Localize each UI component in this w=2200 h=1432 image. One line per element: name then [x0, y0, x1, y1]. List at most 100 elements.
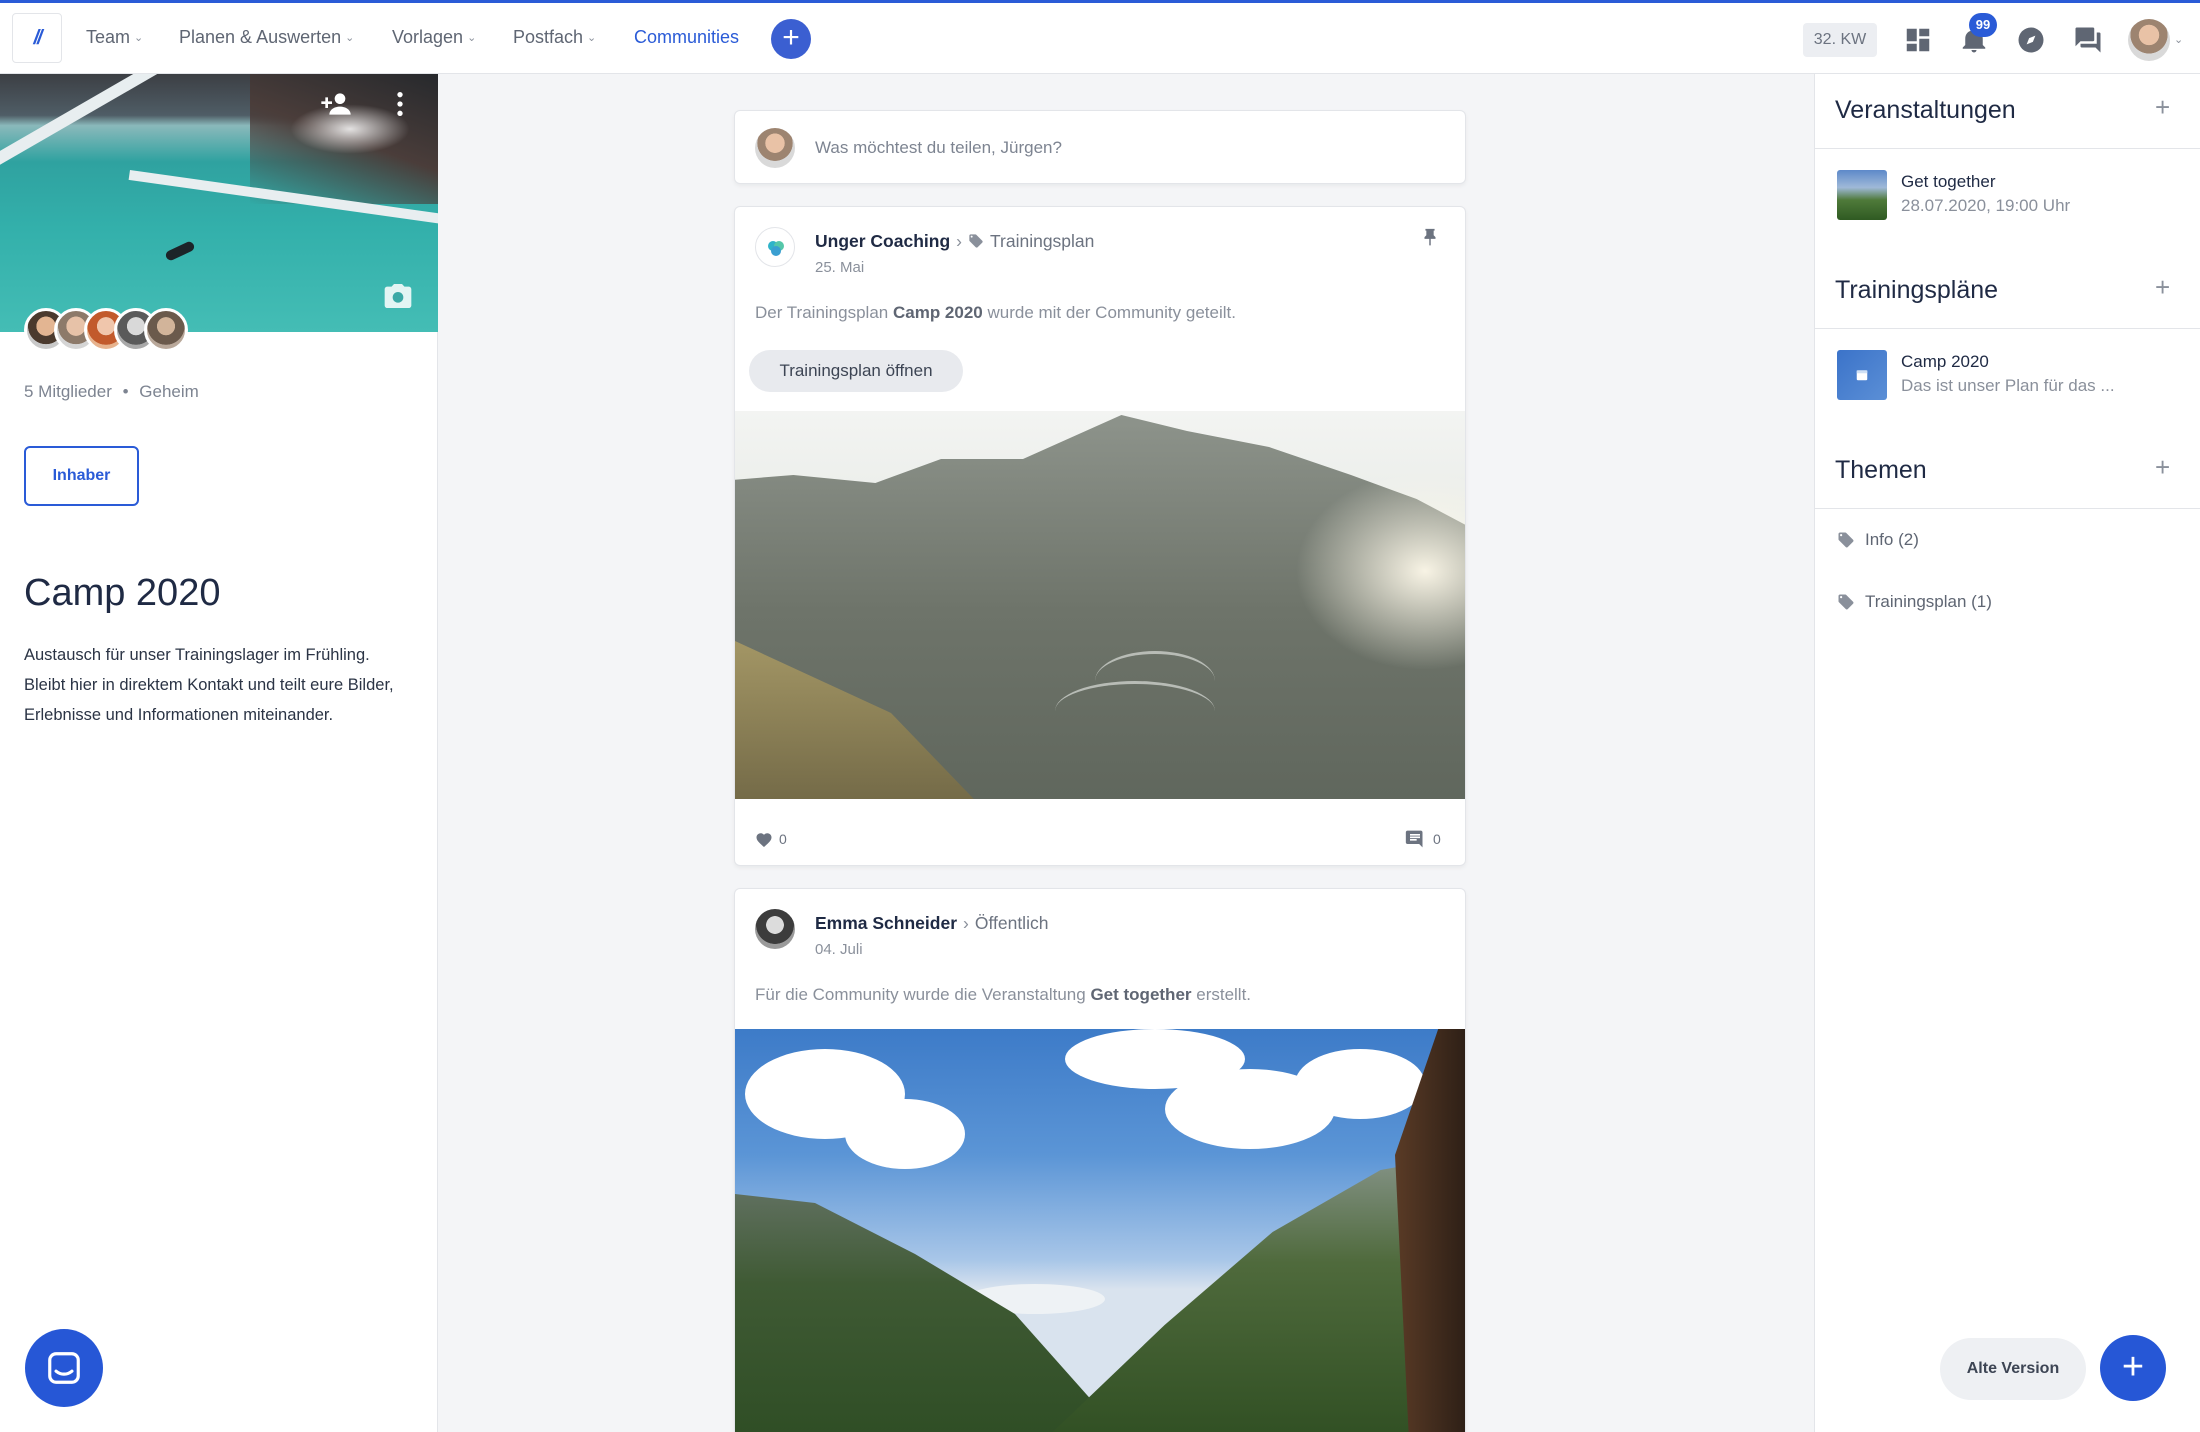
divider	[1815, 148, 2200, 149]
heart-icon[interactable]	[755, 831, 773, 849]
tag-icon	[969, 234, 983, 248]
floating-add-button[interactable]: +	[2100, 1335, 2166, 1401]
chevron-right-icon: ›	[963, 913, 969, 933]
top-navigation: // Team ⌄ Planen & Auswerten ⌄ Vorlagen ⌄ P…	[0, 0, 2200, 74]
chevron-down-icon: ⌄	[134, 32, 144, 44]
post-link-plan[interactable]: Camp 2020	[893, 303, 983, 322]
nav-item-postfach[interactable]: Postfach ⌄	[513, 27, 596, 48]
post-actions: 0 0	[735, 799, 1465, 865]
event-date: 28.07.2020, 19:00 Uhr	[1901, 196, 2071, 215]
avatar[interactable]	[755, 227, 795, 267]
camera-icon[interactable]	[382, 280, 414, 312]
plan-title[interactable]: Camp 2020	[1901, 352, 1989, 372]
divider	[1815, 508, 2200, 509]
add-button[interactable]: +	[771, 19, 811, 59]
plus-icon: +	[782, 21, 800, 54]
post-text-part: Der Trainingsplan	[755, 303, 893, 322]
nav-item-vorlagen[interactable]: Vorlagen ⌄	[392, 27, 476, 48]
post-text-part: Für die Community wurde die Veranstaltun…	[755, 985, 1091, 1004]
comment-count: 0	[1433, 831, 1441, 847]
community-info-panel: 5 Mitglieder • Geheim Inhaber Camp 2020 …	[0, 74, 438, 1432]
avatar	[755, 128, 795, 168]
post-target[interactable]: Trainingsplan	[990, 231, 1094, 251]
comment-icon[interactable]	[1405, 829, 1425, 849]
like-count: 0	[779, 831, 787, 847]
chevron-down-icon: ⌄	[467, 32, 477, 44]
avatar[interactable]	[144, 308, 188, 352]
image-sunlight	[1295, 471, 1465, 671]
post-date: 25. Mai	[815, 259, 865, 276]
more-vertical-icon[interactable]	[384, 88, 416, 120]
calendar-icon	[1856, 370, 1868, 381]
post-author-line: Emma Schneider › Öffentlich	[815, 913, 1048, 934]
community-description: Austausch für unser Trainingslager im Fr…	[24, 646, 394, 724]
event-title[interactable]: Get together	[1901, 172, 1996, 192]
topic-label: Trainingsplan (1)	[1865, 592, 1992, 611]
community-cover-image	[0, 74, 438, 332]
plan-thumbnail[interactable]	[1837, 350, 1887, 400]
image-cloud	[845, 1099, 965, 1169]
community-title: Camp 2020	[24, 572, 221, 614]
separator: •	[122, 382, 129, 401]
nav-item-communities[interactable]: Communities	[634, 27, 739, 48]
post-author-line: Unger Coaching › Trainingsplan	[815, 231, 1094, 252]
topic-item-info[interactable]: Info (2)	[1837, 530, 1919, 550]
post-composer[interactable]: Was möchtest du teilen, Jürgen?	[734, 110, 1466, 184]
compass-icon[interactable]	[2016, 25, 2046, 55]
post-link-event[interactable]: Get together	[1090, 985, 1191, 1004]
nav-item-label: Postfach	[513, 27, 584, 47]
support-chat-button[interactable]	[25, 1329, 103, 1407]
post-date: 04. Juli	[815, 941, 863, 958]
topics-section-title: Themen	[1835, 456, 1927, 484]
nav-item-label: Communities	[634, 27, 740, 47]
post-author[interactable]: Emma Schneider	[815, 913, 957, 933]
community-sidebar: Veranstaltungen + Get together 28.07.202…	[1814, 74, 2200, 1432]
chevron-down-icon: ⌄	[345, 32, 355, 44]
cover-swimmer	[164, 240, 196, 262]
post-author[interactable]: Unger Coaching	[815, 231, 950, 251]
app-logo[interactable]: //	[12, 13, 62, 63]
image-road	[1055, 681, 1215, 741]
tag-icon	[1838, 594, 1854, 610]
chevron-down-icon: ⌄	[587, 32, 597, 44]
topic-label: Info (2)	[1865, 530, 1919, 549]
event-thumbnail[interactable]	[1837, 170, 1887, 220]
notification-badge: 99	[1969, 13, 1997, 37]
add-plan-button[interactable]: +	[2155, 272, 2170, 303]
pin-icon[interactable]	[1419, 227, 1441, 249]
add-member-icon[interactable]	[320, 88, 352, 120]
old-version-button[interactable]: Alte Version	[1940, 1338, 2086, 1400]
coaching-logo-icon	[768, 241, 784, 256]
chat-icon[interactable]	[2073, 25, 2103, 55]
topic-item-trainingsplan[interactable]: Trainingsplan (1)	[1837, 592, 1992, 612]
post-text: Für die Community wurde die Veranstaltun…	[755, 985, 1251, 1005]
visibility-label: Geheim	[139, 382, 199, 401]
feed-post: Unger Coaching › Trainingsplan 25. Mai Der…	[734, 206, 1466, 866]
open-training-plan-button[interactable]: Trainingsplan öffnen	[749, 350, 963, 392]
nav-item-label: Vorlagen	[392, 27, 464, 47]
calendar-week-indicator[interactable]: 32. KW	[1803, 23, 1877, 57]
plans-section-title: Trainingspläne	[1835, 276, 1999, 304]
user-avatar[interactable]	[2128, 19, 2170, 61]
add-topic-button[interactable]: +	[2155, 452, 2170, 483]
chevron-down-icon[interactable]: ⌄	[2174, 33, 2183, 46]
plan-description: Das ist unser Plan für das ...	[1901, 376, 2115, 395]
avatar[interactable]	[755, 909, 795, 949]
tag-icon	[1838, 532, 1854, 548]
nav-item-team[interactable]: Team ⌄	[86, 27, 143, 48]
image-cloud	[1295, 1049, 1425, 1119]
owner-role-button[interactable]: Inhaber	[24, 446, 139, 506]
add-event-button[interactable]: +	[2155, 92, 2170, 123]
member-count: 5 Mitglieder	[24, 382, 112, 401]
nav-item-planen-auswerten[interactable]: Planen & Auswerten ⌄	[179, 27, 354, 48]
post-image[interactable]	[735, 1029, 1465, 1432]
post-image[interactable]	[735, 411, 1465, 799]
nav-item-label: Team	[86, 27, 131, 47]
post-text: Der Trainingsplan Camp 2020 wurde mit de…	[755, 303, 1236, 323]
feed-post: Emma Schneider › Öffentlich 04. Juli Für d…	[734, 888, 1466, 1432]
post-target[interactable]: Öffentlich	[975, 913, 1049, 933]
cover-pool-wall	[0, 74, 226, 185]
dashboard-icon[interactable]	[1903, 25, 1933, 55]
chevron-right-icon: ›	[956, 231, 962, 251]
composer-placeholder[interactable]: Was möchtest du teilen, Jürgen?	[815, 138, 1062, 158]
